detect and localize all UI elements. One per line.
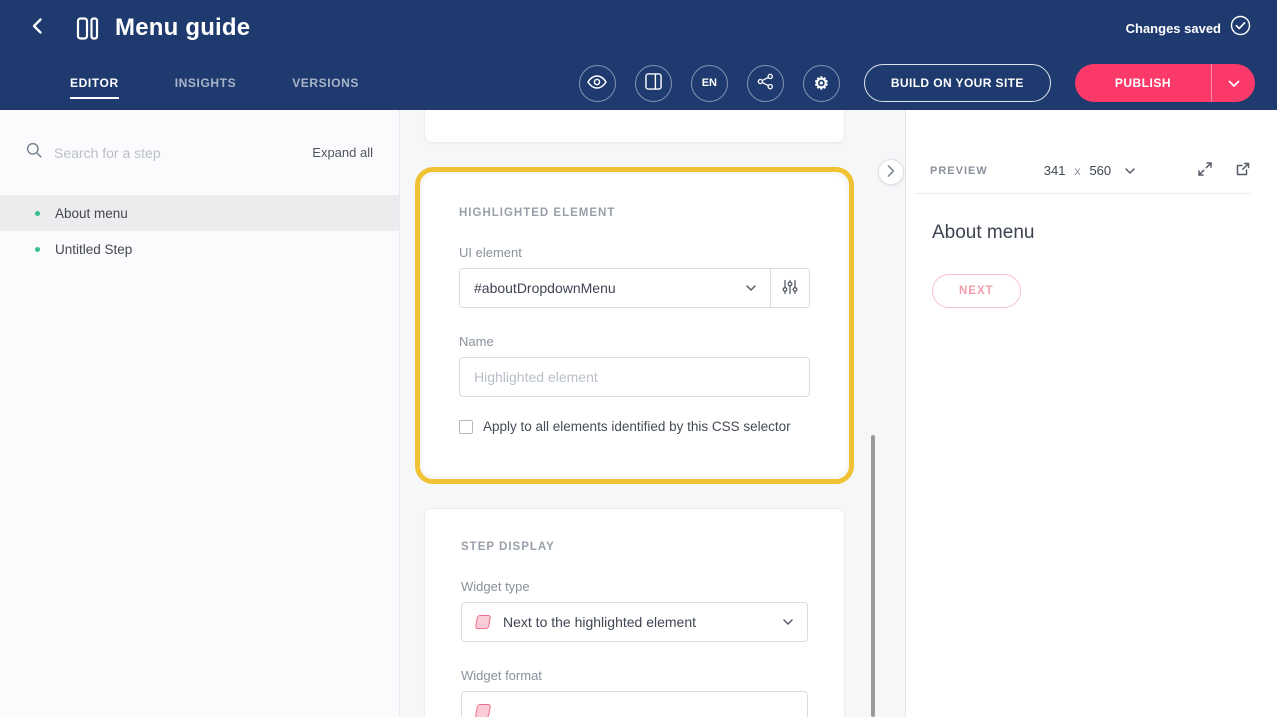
highlighted-element-name-input[interactable] [459,357,810,397]
top-header: Menu guide Changes saved EDITOR INSIGHTS… [0,0,1277,110]
highlighted-card-ring: HIGHLIGHTED ELEMENT UI element #aboutDro… [415,167,854,484]
step-status-dot [35,211,40,216]
sliders-icon [782,279,798,298]
apply-all-checkbox-label: Apply to all elements identified by this… [483,419,791,434]
step-list: About menu Untitled Step [0,195,399,267]
step-status-dot [35,247,40,252]
main-scrollbar[interactable] [871,435,875,717]
widget-format-icon [475,704,491,717]
search-step-input[interactable] [54,145,312,161]
expand-preview-button[interactable] [1197,161,1213,180]
layout-panel-button[interactable] [635,65,672,102]
step-display-card: STEP DISPLAY Widget type Next to the hig… [424,508,845,717]
open-in-new-button[interactable] [1235,161,1251,180]
chevron-down-icon [783,619,793,625]
header-toolbar-row: EDITOR INSIGHTS VERSIONS EN [0,56,1277,110]
widget-type-icon [475,615,491,629]
preview-header: PREVIEW 341 x 560 [914,148,1251,194]
element-picker-settings-button[interactable] [770,268,810,308]
size-separator: x [1074,164,1080,178]
step-editor-main: HIGHLIGHTED ELEMENT UI element #aboutDro… [400,110,905,717]
apply-all-checkbox[interactable] [459,420,473,434]
previous-card-partial [424,110,845,143]
ui-element-select-group: #aboutDropdownMenu [459,268,810,308]
build-on-your-site-button[interactable]: BUILD ON YOUR SITE [864,64,1051,102]
gear-icon: ⚙ [814,75,829,92]
step-item-label: About menu [55,206,128,221]
collapse-panel-button[interactable] [878,159,904,185]
preview-panel: PREVIEW 341 x 560 [905,110,1277,717]
publish-split-button: PUBLISH [1075,64,1255,102]
widget-format-select[interactable] [461,691,808,717]
expand-diagonal-icon [1197,161,1213,180]
expand-all-link[interactable]: Expand all [312,145,373,160]
preview-content: About menu NEXT [906,194,1277,336]
apply-all-checkbox-row: Apply to all elements identified by this… [459,419,810,434]
preview-width-value: 341 [1044,163,1066,178]
preview-eye-button[interactable] [579,65,616,102]
step-search-row: Expand all [0,110,399,195]
highlighted-element-card: HIGHLIGHTED ELEMENT UI element #aboutDro… [423,175,846,476]
share-button[interactable] [747,65,784,102]
search-icon [26,142,42,163]
back-button[interactable] [24,14,52,42]
chevron-down-icon [1125,168,1135,174]
widget-type-value: Next to the highlighted element [503,614,696,630]
preview-height-value: 560 [1089,163,1111,178]
step-item-about-menu[interactable]: About menu [0,195,399,231]
preview-next-button[interactable]: NEXT [932,274,1021,308]
settings-button[interactable]: ⚙ [803,65,840,102]
step-item-label: Untitled Step [55,242,132,257]
ui-element-label: UI element [459,245,810,260]
section-title: STEP DISPLAY [461,541,808,553]
app-logo-icon [74,15,101,42]
preview-size-select[interactable]: 341 x 560 [1044,163,1135,178]
chevron-down-icon [746,285,756,291]
share-icon [757,73,774,93]
ui-element-select[interactable]: #aboutDropdownMenu [459,268,771,308]
header-tabs: EDITOR INSIGHTS VERSIONS [70,76,415,90]
page-title: Menu guide [115,14,250,42]
eye-icon [587,75,607,92]
check-circle-icon [1230,15,1251,41]
steps-sidebar: Expand all About menu Untitled Step [0,110,400,717]
app-body: Expand all About menu Untitled Step HIGH… [0,110,1277,717]
app-window: Menu guide Changes saved EDITOR INSIGHTS… [0,0,1277,717]
step-item-untitled-step[interactable]: Untitled Step [0,231,399,267]
tab-versions[interactable]: VERSIONS [292,76,359,90]
name-label: Name [459,334,810,349]
widget-type-select[interactable]: Next to the highlighted element [461,602,808,642]
section-title: HIGHLIGHTED ELEMENT [459,207,810,219]
tab-insights[interactable]: INSIGHTS [175,76,236,90]
ui-element-value: #aboutDropdownMenu [474,280,616,296]
chevron-right-icon [887,165,895,180]
widget-format-label: Widget format [461,668,808,683]
tab-editor[interactable]: EDITOR [70,76,119,90]
publish-button[interactable]: PUBLISH [1075,64,1211,102]
header-title-row: Menu guide Changes saved [0,0,1277,56]
layout-panel-icon [645,73,662,93]
preview-actions [1175,161,1251,180]
widget-type-label: Widget type [461,579,808,594]
preview-title: PREVIEW [930,165,988,177]
preview-step-title: About menu [932,222,1251,244]
open-in-new-icon [1235,161,1251,180]
language-button[interactable]: EN [691,65,728,102]
changes-saved-status: Changes saved [1126,21,1221,36]
chevron-down-icon [1228,76,1240,91]
publish-dropdown-button[interactable] [1211,64,1255,102]
chevron-left-icon [28,16,48,41]
